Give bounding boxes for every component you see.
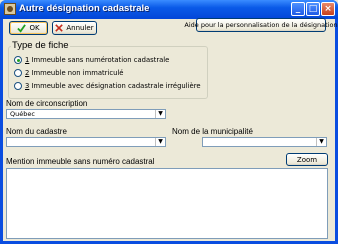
mention-textarea[interactable] [6,168,328,239]
dialog-window: Autre désignation cadastrale _ □ × OK An… [0,0,338,244]
circonscription-value: Québec [10,110,35,118]
check-icon [17,23,27,33]
x-icon [55,24,64,32]
type-fiche-title: Type de fiche [11,40,70,51]
chevron-down-icon[interactable]: ▼ [155,110,165,118]
dialog-content: OK Annuler Aide pour la personnalisation… [3,18,338,241]
title-bar[interactable]: Autre désignation cadastrale _ □ × [0,0,338,19]
window-title: Autre désignation cadastrale [19,3,150,14]
municipalite-label: Nom de la municipalité [172,127,253,136]
radio-option-3[interactable]: 3 Immeuble avec désignation cadastrale i… [14,82,201,90]
app-icon [4,3,16,15]
cadastre-label: Nom du cadastre [6,127,67,136]
radio-label-3: 3 Immeuble avec désignation cadastrale i… [25,82,201,90]
radio-option-1[interactable]: 1 Immeuble sans numérotation cadastrale [14,56,169,64]
radio-option-2[interactable]: 2 Immeuble non immatriculé [14,69,123,77]
close-button[interactable]: × [321,2,335,16]
radio-label-2: 2 Immeuble non immatriculé [25,69,124,77]
radio-button-2[interactable] [14,69,22,77]
zoom-button[interactable]: Zoom [286,153,328,166]
chevron-down-icon[interactable]: ▼ [316,138,326,146]
radio-button-3[interactable] [14,82,22,90]
ok-button[interactable]: OK [9,21,48,35]
circonscription-label: Nom de circonscription [6,99,88,108]
chevron-down-icon[interactable]: ▼ [155,138,165,146]
cadastre-select[interactable]: ▼ [6,137,166,147]
help-personnalisation-button[interactable]: Aide pour la personnalisation de la dési… [184,18,338,32]
mention-label: Mention immeuble sans numéro cadastral [6,157,155,166]
ok-label: OK [29,24,40,32]
minimize-button[interactable]: _ [291,2,305,16]
maximize-button[interactable]: □ [306,2,320,16]
cancel-label: Annuler [66,24,94,32]
radio-label-1: 1 Immeuble sans numérotation cadastrale [25,56,170,64]
radio-button-1[interactable] [14,56,22,64]
cancel-button[interactable]: Annuler [52,21,97,35]
municipalite-select[interactable]: ▼ [202,137,327,147]
circonscription-select[interactable]: Québec ▼ [6,109,166,119]
